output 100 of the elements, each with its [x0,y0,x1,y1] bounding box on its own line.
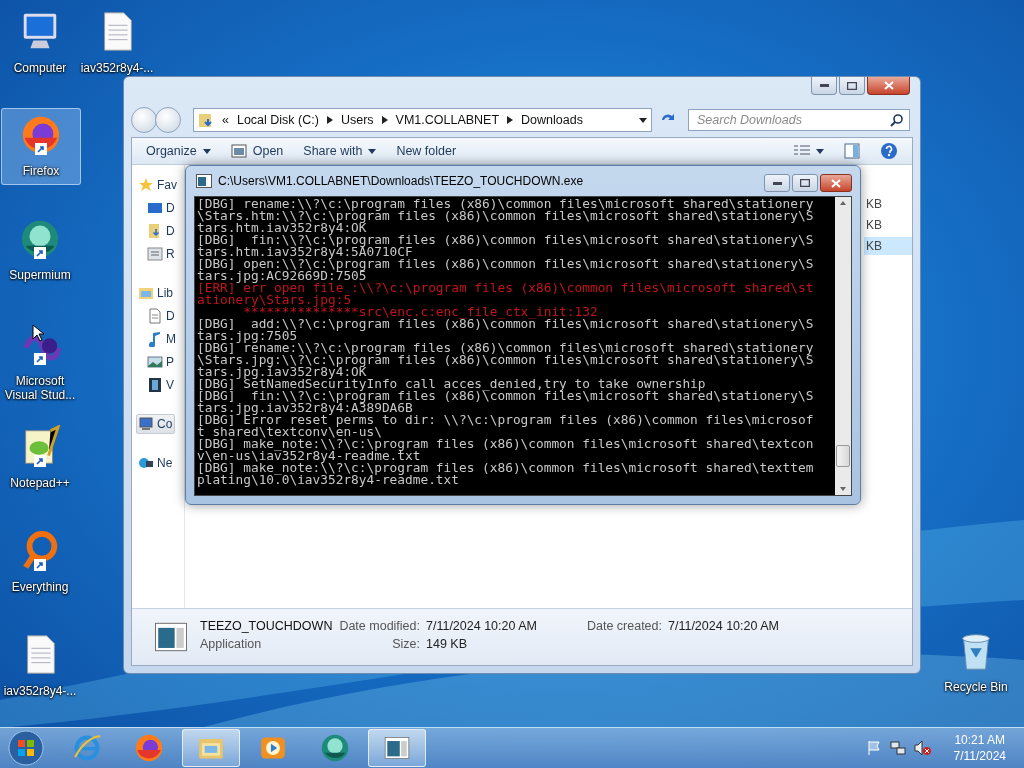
fox-globe-icon [133,732,165,764]
nav-pane-item[interactable]: V [136,375,177,395]
nav-pane-item[interactable]: R [136,244,178,264]
console-line: tars.jpg:AC92669D:7505 [197,270,367,282]
toolbar-button[interactable]: New folder [396,144,457,158]
nav-pane-item[interactable]: M [136,329,179,349]
breadcrumb[interactable]: Local Disk (C:) [236,113,319,127]
flag-icon[interactable] [865,740,882,756]
toolbar-button[interactable]: Share with [303,144,377,158]
breadcrumb-overflow[interactable]: « [222,113,229,127]
help-icon[interactable] [880,142,898,160]
desktop-icon-label: Supermium [8,268,72,282]
window-title: C:\Users\VM1.COLLABNET\Downloads\TEEZO_TOUCHDOWN.exe [218,174,585,188]
dropdown-icon[interactable] [639,117,647,123]
desktop-icon-label: Computer [12,61,68,75]
console-line: [DBG] add:\\?\c:\program files (x86)\common files\microsoft shared\stationery\S [197,318,815,330]
shortcut-arrow-icon [34,455,46,467]
search-field[interactable]: Search Downloads [688,109,910,131]
nav-pane-label: D [166,201,175,215]
taskbar-app-button[interactable] [368,729,426,767]
toolbar-button[interactable]: Open [230,144,284,158]
shortcut-arrow-icon [35,143,47,155]
globe-icon [138,455,154,471]
sphere-logo-icon [319,732,351,764]
desktop-shortcut[interactable]: Computer [0,5,80,82]
close-button[interactable] [820,174,852,192]
console-line: [DBG] rename:\\?\c:\program files (x86)\common files\microsoft shared\stationery [197,198,815,210]
shortcut-arrow-icon [34,353,46,365]
console-line: [DBG] fin:\\?\c:\program files (x86)\common files\microsoft shared\stationery\S [197,390,815,402]
field-value: 7/11/2024 10:20 AM [668,619,780,635]
window-icon [230,144,247,158]
scrollbar-thumb[interactable] [836,445,850,467]
console-line: [DBG] rename:\\?\c:\program files (x86)\common files\microsoft shared\stationery [197,342,815,354]
console-line: [DBG] make_note:\\?\c:\program files (x86)\common files\microsoft shared\textcon [197,438,815,450]
console-line: tars.jpg.iav352r8y4:OK [197,366,367,378]
nav-pane-item[interactable]: Ne [136,453,176,473]
maximize-button[interactable] [792,174,818,192]
field-value: 7/11/2024 10:20 AM [426,619,538,635]
breadcrumb[interactable]: Users [340,113,374,127]
nav-pane-item[interactable]: Co [136,414,176,434]
nav-pane-label: R [166,247,175,261]
console-line: [DBG] fin:\\?\c:\program files (x86)\common files\microsoft shared\stationery\S [197,234,815,246]
console-line: tars.jpg:7505 [197,330,298,342]
nav-pane-label: M [166,332,176,346]
scrollbar[interactable] [835,197,851,495]
nav-pane-label: Lib [157,286,173,300]
file-row[interactable]: KB [864,237,912,255]
field-value: 149 KB [426,637,468,653]
speaker-muted-icon[interactable] [913,740,932,756]
minimize-button[interactable] [811,77,837,95]
file-type: Application [200,637,263,653]
close-icon [831,178,841,188]
chevron-right-icon [326,116,333,124]
folder-icon [198,112,214,128]
nav-pane-item[interactable]: D [136,198,178,218]
minimize-button[interactable] [764,174,790,192]
desktop-shortcut[interactable]: iav352r8y4-... [77,5,157,82]
nav-pane-item[interactable]: P [136,352,177,372]
computer-icon [138,416,154,432]
chevron-right-icon [381,116,388,124]
maximize-button[interactable] [839,77,865,95]
desktop-icon [147,200,163,216]
breadcrumb[interactable]: Downloads [521,113,583,127]
desktop-shortcut[interactable]: Firefox [1,108,81,185]
nav-pane-label: Co [157,417,173,431]
preview-pane-icon[interactable] [844,143,860,159]
desktop-shortcut[interactable]: Notepad++ [0,420,80,497]
network-icon[interactable] [889,740,906,756]
document-icon [147,308,163,324]
desktop-shortcut[interactable]: Recycle Bin [936,624,1016,701]
nav-pane-label: Ne [157,456,173,470]
address-bar[interactable]: « Local Disk (C:) Users VM1.COLLABNET Downloads [193,108,652,132]
desktop-icon-label: Everything [10,580,70,594]
nav-pane-item[interactable]: Lib [136,283,176,303]
desktop-shortcut[interactable]: Microsoft Visual Stud... [0,318,80,409]
console-line: tars.htm.iav352r8y4:5A0710CF [197,246,414,258]
toolbar-button[interactable]: Organize [146,144,211,158]
minimize-icon [772,181,782,185]
shortcut-arrow-icon [34,559,46,571]
console-line: ationery\Stars.jpg:5 [197,294,353,306]
nav-pane-item[interactable]: Fav [136,175,180,195]
console-line: \Stars.jpg:\\?\c:\program files (x86)\common files\microsoft shared\stationery\S [197,354,815,366]
nav-pane-item[interactable]: D [136,221,178,241]
desktop-icon-label: Microsoft Visual Stud... [3,374,77,402]
file-size: KB [866,197,882,211]
breadcrumb[interactable]: VM1.COLLABNET [395,113,500,127]
music-note-icon [147,331,163,347]
desktop-shortcut[interactable]: Supermium [0,212,80,289]
close-button[interactable] [867,77,910,95]
file-row[interactable]: KB [864,195,912,213]
chevron-right-icon [507,116,514,124]
nav-pane-item[interactable]: D [136,306,178,326]
close-icon [883,81,894,90]
desktop-icon-label: Notepad++ [9,476,71,490]
view-options-icon[interactable] [794,145,824,157]
console-line: [DBG] open:\\?\c:\program files (x86)\common files\microsoft shared\stationery\S [197,258,815,270]
picture-icon [147,354,163,370]
desktop-shortcut[interactable]: Everything [0,524,80,601]
desktop-shortcut[interactable]: iav352r8y4-... [0,628,80,705]
file-row[interactable]: KB [864,216,912,234]
